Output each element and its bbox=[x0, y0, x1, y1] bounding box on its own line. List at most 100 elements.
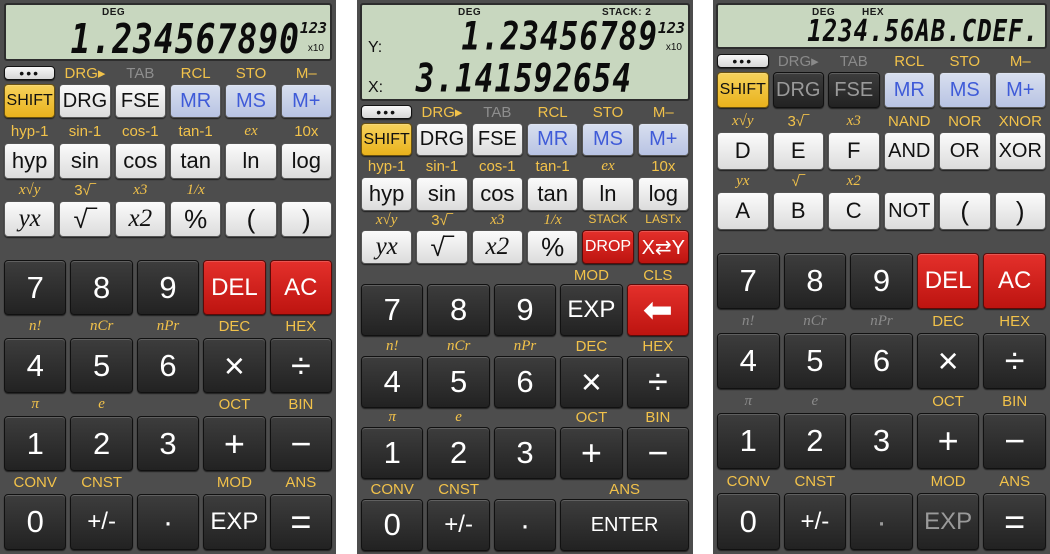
digit-9-button[interactable]: 9 bbox=[136, 260, 200, 315]
hyp-button[interactable]: hyp bbox=[361, 177, 413, 211]
digit-6-button[interactable]: 6 bbox=[850, 333, 913, 389]
minus-button[interactable]: − bbox=[626, 427, 690, 479]
digit-8-button[interactable]: 8 bbox=[427, 284, 490, 336]
decimal-point-button[interactable]: · bbox=[493, 499, 557, 551]
sign-toggle-button[interactable]: +/- bbox=[70, 494, 133, 550]
log-button[interactable]: log bbox=[280, 143, 332, 179]
digit-2-button[interactable]: 2 bbox=[427, 427, 490, 479]
square-button[interactable]: x2 bbox=[471, 230, 523, 264]
drg-button[interactable]: DRG bbox=[772, 72, 824, 108]
power-button[interactable]: yx bbox=[4, 201, 56, 237]
plus-button[interactable]: + bbox=[560, 427, 623, 479]
digit-7-button[interactable]: 7 bbox=[717, 253, 780, 309]
digit-5-button[interactable]: 5 bbox=[783, 333, 847, 389]
mr-button[interactable]: MR bbox=[526, 123, 579, 156]
hex-d-button[interactable]: D bbox=[717, 132, 769, 170]
digit-6-button[interactable]: 6 bbox=[136, 338, 200, 393]
sign-toggle-button[interactable]: +/- bbox=[783, 493, 847, 550]
fse-button[interactable]: FSE bbox=[471, 123, 523, 156]
drg-button[interactable]: DRG bbox=[416, 123, 468, 156]
shift-button[interactable]: SHIFT bbox=[361, 123, 413, 156]
exp-button[interactable]: EXP bbox=[203, 494, 266, 550]
digit-3-button[interactable]: 3 bbox=[850, 413, 913, 469]
equals-button[interactable]: = bbox=[983, 493, 1046, 550]
digit-3-button[interactable]: 3 bbox=[493, 427, 557, 479]
sqrt-button[interactable]: √‾ bbox=[59, 201, 111, 237]
ln-button[interactable]: ln bbox=[225, 143, 277, 179]
enter-button[interactable]: ENTER bbox=[560, 499, 690, 551]
m-plus-button[interactable]: M+ bbox=[994, 72, 1046, 108]
multiply-button[interactable]: × bbox=[203, 338, 266, 393]
power-button[interactable]: yx bbox=[361, 230, 413, 264]
not-button[interactable]: NOT bbox=[883, 192, 935, 230]
cos-button[interactable]: cos bbox=[471, 177, 523, 211]
hex-e-button[interactable]: E bbox=[772, 132, 824, 170]
hyp-button[interactable]: hyp bbox=[4, 143, 56, 179]
delete-button[interactable]: DEL bbox=[916, 253, 980, 309]
minus-button[interactable]: − bbox=[983, 413, 1046, 469]
sign-toggle-button[interactable]: +/- bbox=[427, 499, 490, 551]
digit-7-button[interactable]: 7 bbox=[4, 260, 67, 315]
tan-button[interactable]: tan bbox=[526, 177, 579, 211]
digit-0-button[interactable]: 0 bbox=[717, 493, 780, 550]
plus-button[interactable]: + bbox=[916, 413, 980, 469]
drop-button[interactable]: DROP bbox=[582, 230, 634, 264]
digit-8-button[interactable]: 8 bbox=[70, 260, 133, 315]
digit-9-button[interactable]: 9 bbox=[850, 253, 913, 309]
tan-button[interactable]: tan bbox=[169, 143, 222, 179]
drg-button[interactable]: DRG bbox=[59, 84, 111, 118]
equals-button[interactable]: = bbox=[269, 494, 333, 550]
digit-9-button[interactable]: 9 bbox=[493, 284, 557, 336]
exp-button[interactable]: EXP bbox=[560, 284, 623, 336]
ms-button[interactable]: MS bbox=[939, 72, 991, 108]
close-paren-button[interactable]: ) bbox=[280, 201, 332, 237]
swap-xy-button[interactable]: X⇄Y bbox=[637, 230, 689, 264]
delete-button[interactable]: DEL bbox=[203, 260, 266, 315]
all-clear-button[interactable]: AC bbox=[269, 260, 333, 315]
log-button[interactable]: log bbox=[637, 177, 689, 211]
decimal-point-button[interactable]: · bbox=[850, 493, 913, 550]
divide-button[interactable]: ÷ bbox=[269, 338, 333, 393]
percent-button[interactable]: % bbox=[169, 201, 222, 237]
digit-4-button[interactable]: 4 bbox=[4, 338, 67, 393]
digit-6-button[interactable]: 6 bbox=[493, 356, 557, 408]
ms-button[interactable]: MS bbox=[225, 84, 277, 118]
shift-button[interactable]: SHIFT bbox=[4, 84, 56, 118]
percent-button[interactable]: % bbox=[526, 230, 579, 264]
sqrt-button[interactable]: √‾ bbox=[416, 230, 468, 264]
divide-button[interactable]: ÷ bbox=[983, 333, 1046, 389]
hex-a-button[interactable]: A bbox=[717, 192, 769, 230]
mr-button[interactable]: MR bbox=[883, 72, 935, 108]
digit-2-button[interactable]: 2 bbox=[70, 416, 133, 471]
ln-button[interactable]: ln bbox=[582, 177, 634, 211]
divide-button[interactable]: ÷ bbox=[626, 356, 690, 408]
menu-button[interactable]: ••• bbox=[717, 53, 769, 69]
sin-button[interactable]: sin bbox=[416, 177, 468, 211]
digit-5-button[interactable]: 5 bbox=[70, 338, 133, 393]
close-paren-button[interactable]: ) bbox=[994, 192, 1046, 230]
menu-button[interactable]: ••• bbox=[361, 104, 413, 120]
square-button[interactable]: x2 bbox=[114, 201, 166, 237]
open-paren-button[interactable]: ( bbox=[225, 201, 277, 237]
cos-button[interactable]: cos bbox=[114, 143, 166, 179]
or-button[interactable]: OR bbox=[939, 132, 991, 170]
menu-button[interactable]: ••• bbox=[4, 65, 56, 81]
m-plus-button[interactable]: M+ bbox=[280, 84, 332, 118]
and-button[interactable]: AND bbox=[883, 132, 935, 170]
hex-b-button[interactable]: B bbox=[772, 192, 824, 230]
exp-button[interactable]: EXP bbox=[916, 493, 980, 550]
backspace-arrow-icon[interactable]: ⬅ bbox=[626, 284, 690, 336]
multiply-button[interactable]: × bbox=[916, 333, 980, 389]
digit-1-button[interactable]: 1 bbox=[361, 427, 424, 479]
fse-button[interactable]: FSE bbox=[828, 72, 880, 108]
fse-button[interactable]: FSE bbox=[114, 84, 166, 118]
sin-button[interactable]: sin bbox=[59, 143, 111, 179]
digit-2-button[interactable]: 2 bbox=[783, 413, 847, 469]
decimal-point-button[interactable]: · bbox=[136, 494, 200, 550]
digit-8-button[interactable]: 8 bbox=[783, 253, 847, 309]
xor-button[interactable]: XOR bbox=[994, 132, 1046, 170]
open-paren-button[interactable]: ( bbox=[939, 192, 991, 230]
m-plus-button[interactable]: M+ bbox=[637, 123, 689, 156]
hex-c-button[interactable]: C bbox=[828, 192, 880, 230]
digit-4-button[interactable]: 4 bbox=[717, 333, 780, 389]
